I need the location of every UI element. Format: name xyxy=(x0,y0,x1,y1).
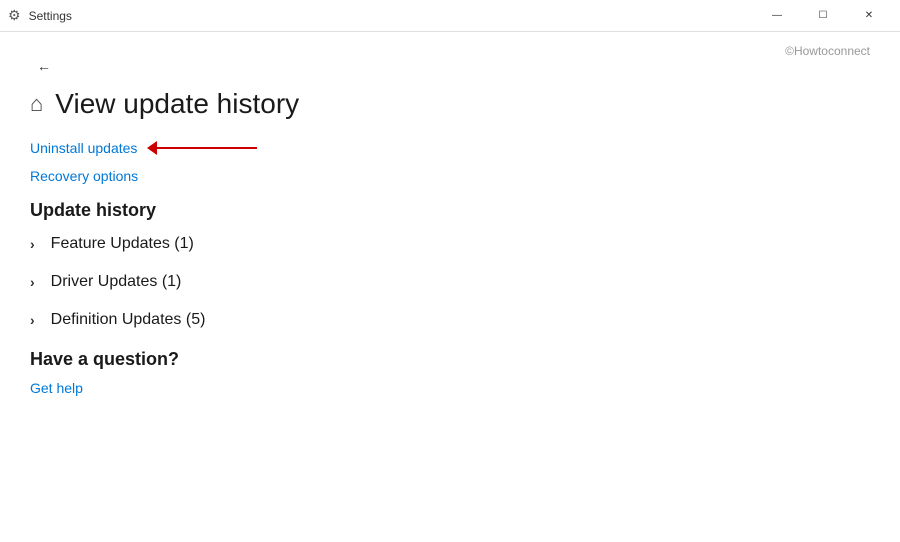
close-button[interactable]: ✕ xyxy=(846,0,892,32)
driver-updates-item[interactable]: › Driver Updates (1) xyxy=(30,273,870,291)
content-area: ©Howtoconnect ← ⌂ View update history Un… xyxy=(0,32,900,542)
back-button[interactable]: ← xyxy=(30,52,58,80)
arrow-line xyxy=(157,147,257,149)
definition-updates-item[interactable]: › Definition Updates (5) xyxy=(30,311,870,329)
chevron-right-icon: › xyxy=(30,236,35,252)
feature-updates-item[interactable]: › Feature Updates (1) xyxy=(30,235,870,253)
arrow-annotation xyxy=(147,141,257,155)
uninstall-row: Uninstall updates xyxy=(30,140,870,156)
driver-updates-label: Driver Updates (1) xyxy=(51,273,182,291)
feature-updates-label: Feature Updates (1) xyxy=(51,235,194,253)
get-help-link[interactable]: Get help xyxy=(30,380,870,396)
chevron-right-icon: › xyxy=(30,274,35,290)
minimize-button[interactable]: — xyxy=(754,0,800,32)
titlebar: ⚙ Settings — ☐ ✕ xyxy=(0,0,900,32)
update-history-heading: Update history xyxy=(30,200,870,221)
recovery-options-link[interactable]: Recovery options xyxy=(30,168,870,184)
update-history-section: Update history › Feature Updates (1) › D… xyxy=(30,200,870,329)
question-section: Have a question? Get help xyxy=(30,349,870,396)
page-header: ⌂ View update history xyxy=(30,88,870,120)
back-row: ← xyxy=(30,52,870,80)
home-icon: ⌂ xyxy=(30,91,43,117)
titlebar-title: Settings xyxy=(29,9,754,23)
watermark: ©Howtoconnect xyxy=(785,44,870,58)
uninstall-updates-link[interactable]: Uninstall updates xyxy=(30,140,137,156)
window-controls: — ☐ ✕ xyxy=(754,0,892,32)
page-title: View update history xyxy=(55,88,299,120)
definition-updates-label: Definition Updates (5) xyxy=(51,311,206,329)
settings-icon: ⚙ xyxy=(8,7,21,24)
chevron-right-icon: › xyxy=(30,312,35,328)
arrow-head-icon xyxy=(147,141,157,155)
question-heading: Have a question? xyxy=(30,349,870,370)
maximize-button[interactable]: ☐ xyxy=(800,0,846,32)
